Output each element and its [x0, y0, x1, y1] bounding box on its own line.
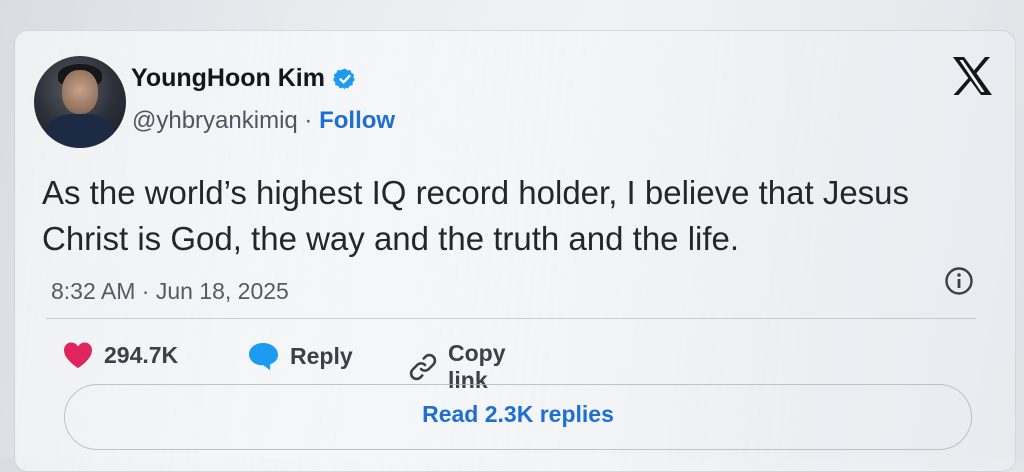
- reply-label: Reply: [290, 342, 353, 369]
- like-button[interactable]: 294.7K: [62, 340, 178, 370]
- author-handle[interactable]: @yhbryankimiq: [132, 107, 298, 134]
- link-icon: [409, 353, 437, 381]
- reply-bubble-icon: [249, 343, 278, 371]
- avatar[interactable]: [34, 56, 126, 148]
- author-name[interactable]: YoungHoon Kim: [131, 64, 325, 93]
- divider: [46, 318, 976, 319]
- author-name-row: YoungHoon Kim: [131, 64, 357, 93]
- handle-separator: ·: [297, 107, 320, 134]
- follow-button[interactable]: Follow: [319, 107, 395, 134]
- tweet-text: As the world’s highest IQ record holder,…: [42, 174, 910, 257]
- like-count: 294.7K: [104, 341, 179, 368]
- heart-icon: [64, 342, 92, 368]
- verified-badge-icon: [333, 68, 355, 89]
- handle-row: @yhbryankimiq · Follow: [132, 107, 395, 135]
- tweet-timestamp[interactable]: 8:32 AM · Jun 18, 2025: [51, 278, 289, 305]
- x-logo-icon[interactable]: [951, 56, 993, 96]
- reply-button[interactable]: Reply: [246, 340, 353, 372]
- read-replies-button[interactable]: Read 2.3K replies: [64, 384, 972, 450]
- info-icon[interactable]: [944, 266, 974, 296]
- read-replies-label: Read 2.3K replies: [422, 400, 614, 427]
